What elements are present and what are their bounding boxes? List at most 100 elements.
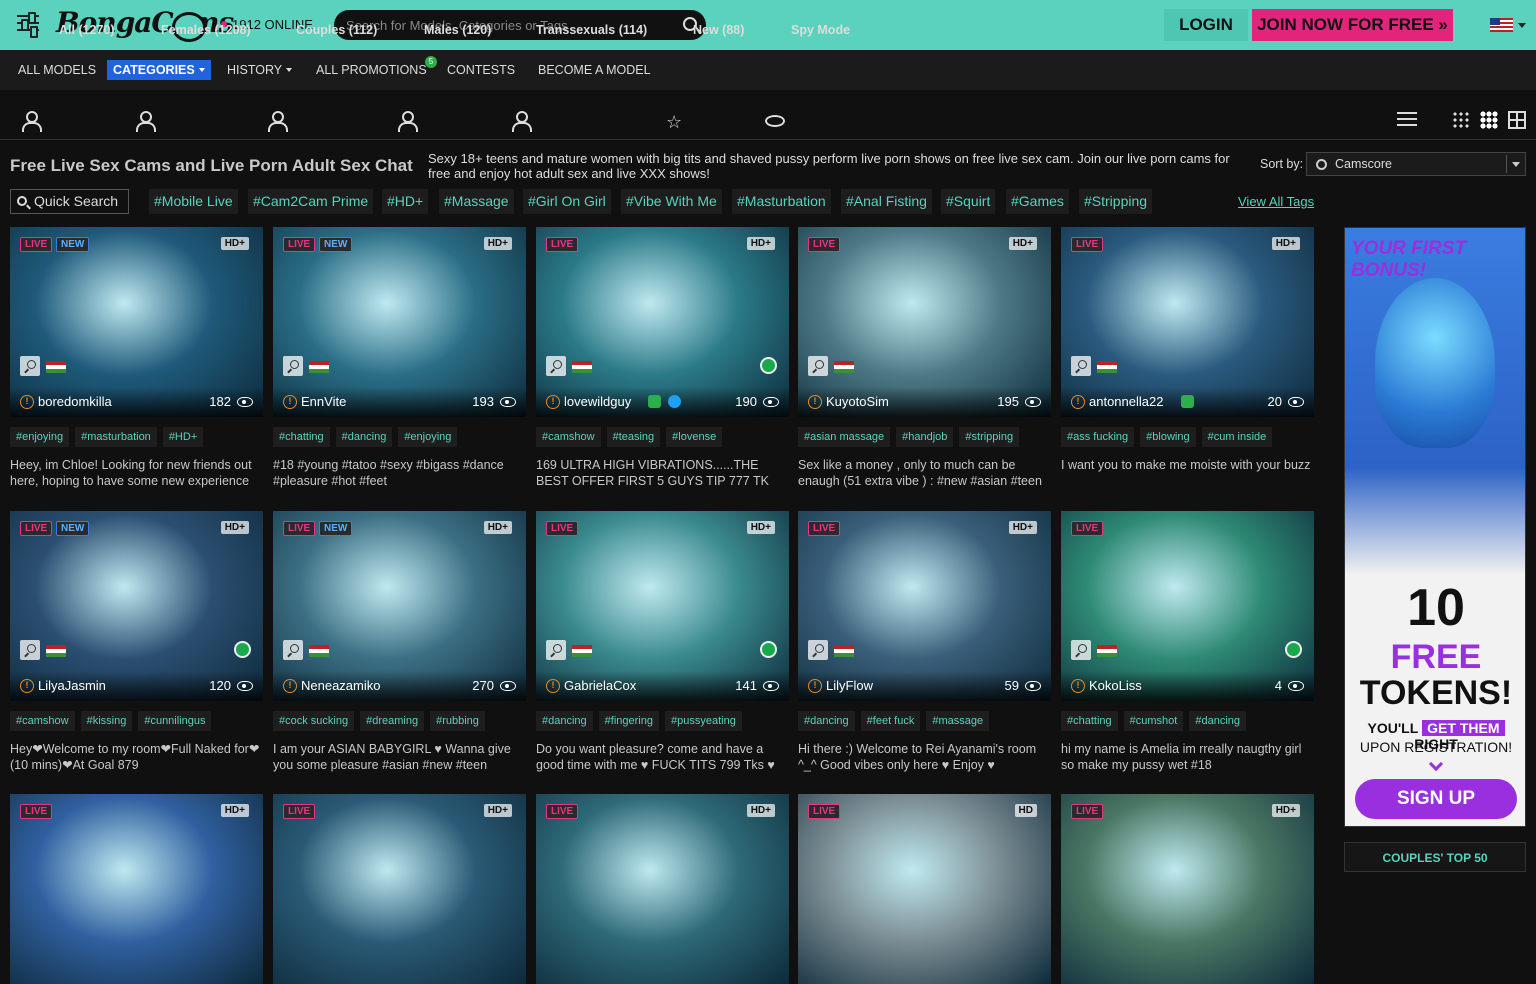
model-tag[interactable]: #pussyeating: [664, 711, 742, 731]
model-thumbnail[interactable]: LIVE! KokoLiss 4: [1061, 511, 1314, 701]
nav-all-models[interactable]: ALL MODELS: [18, 63, 96, 77]
model-card[interactable]: LIVE HD+! lovewildguy 190 #camshow #teasing #l…: [536, 227, 789, 491]
menu-icon[interactable]: [17, 12, 39, 38]
model-thumbnail[interactable]: LIVE HD+: [1061, 794, 1314, 984]
zoom-icon[interactable]: [1071, 356, 1091, 376]
zoom-icon[interactable]: [808, 356, 828, 376]
model-tag[interactable]: #massage: [926, 711, 990, 731]
model-thumbnail[interactable]: LIVE HD+! antonnella22 20: [1061, 227, 1314, 417]
chevron-down-icon[interactable]: [1518, 23, 1526, 28]
model-card[interactable]: LIVE HD+! antonnella22 20 #ass fucking #blowi…: [1061, 227, 1314, 472]
model-tag[interactable]: #asian massage: [798, 427, 891, 447]
model-card[interactable]: LIVE HD+: [1061, 794, 1314, 984]
zoom-icon[interactable]: [546, 356, 566, 376]
model-card[interactable]: LIVE HD+! GabrielaCox 141 #dancing #fingering…: [536, 511, 789, 772]
tab-spy-mode[interactable]: Spy Mode: [791, 23, 850, 37]
model-tag[interactable]: #ass fucking: [1061, 427, 1135, 447]
model-card[interactable]: LIVE HD+: [273, 794, 526, 984]
model-tag[interactable]: #rubbing: [430, 711, 485, 731]
top-tag[interactable]: #Squirt: [941, 189, 996, 214]
nav-contests[interactable]: CONTESTS: [447, 63, 515, 77]
zoom-icon[interactable]: [283, 640, 303, 660]
model-name[interactable]: GabrielaCox: [564, 678, 636, 693]
first-bonus-banner[interactable]: YOUR FIRST BONUS! 10 FREE TOKENS! YOU'LL…: [1344, 227, 1526, 827]
model-tag[interactable]: #dancing: [798, 711, 855, 731]
tab-females[interactable]: Females (1208): [161, 23, 251, 37]
tab-new[interactable]: New (88): [693, 23, 744, 37]
info-icon[interactable]: !: [20, 395, 34, 409]
model-card[interactable]: LIVE NEW HD+! boredomkilla 182 #enjoying #mast…: [10, 227, 263, 488]
model-tag[interactable]: #stripping: [959, 427, 1020, 447]
model-thumbnail[interactable]: LIVE HD+! KuyotoSim 195: [798, 227, 1051, 417]
model-card[interactable]: LIVE HD+: [10, 794, 263, 984]
info-icon[interactable]: !: [808, 395, 822, 409]
model-card[interactable]: LIVE HD+: [536, 794, 789, 984]
model-card[interactable]: LIVE NEW HD+! EnnVite 193 #chatting #dancing #e…: [273, 227, 526, 488]
model-name[interactable]: KuyotoSim: [826, 394, 889, 409]
model-tag[interactable]: #masturbation: [75, 427, 157, 447]
model-tag[interactable]: #camshow: [10, 711, 75, 731]
zoom-icon[interactable]: [20, 356, 40, 376]
list-view-icon[interactable]: [1397, 112, 1417, 130]
zoom-icon[interactable]: [1071, 640, 1091, 660]
model-tag[interactable]: #blowing: [1140, 427, 1196, 447]
zoom-icon[interactable]: [546, 640, 566, 660]
model-thumbnail[interactable]: LIVE NEW HD+! Neneazamiko 270: [273, 511, 526, 701]
info-icon[interactable]: !: [283, 679, 297, 693]
info-icon[interactable]: !: [546, 395, 560, 409]
language-flag-icon[interactable]: [1490, 18, 1513, 32]
model-thumbnail[interactable]: LIVE HD+: [273, 794, 526, 984]
model-tag[interactable]: #chatting: [1061, 711, 1118, 731]
ad-sign-up-button[interactable]: SIGN UP: [1355, 779, 1517, 819]
model-tag[interactable]: #enjoying: [10, 427, 70, 447]
info-icon[interactable]: !: [283, 395, 297, 409]
nav-history[interactable]: HISTORY: [227, 63, 293, 77]
top-tag[interactable]: #Vibe With Me: [621, 189, 722, 214]
model-name[interactable]: antonnella22: [1089, 394, 1163, 409]
zoom-icon[interactable]: [808, 640, 828, 660]
tab-males[interactable]: Males (120): [424, 23, 491, 37]
model-tag[interactable]: #dancing: [335, 427, 393, 447]
model-tag[interactable]: #cum inside: [1201, 427, 1273, 447]
login-button[interactable]: LOGIN: [1164, 9, 1248, 41]
nav-all-promotions[interactable]: ALL PROMOTIONS: [316, 63, 427, 77]
top-tag[interactable]: #Masturbation: [732, 189, 831, 214]
model-thumbnail[interactable]: LIVE HD+! lovewildguy 190: [536, 227, 789, 417]
model-thumbnail[interactable]: LIVE HD+! LilyFlow 59: [798, 511, 1051, 701]
grid-small-view-icon[interactable]: [1452, 111, 1470, 129]
model-name[interactable]: LilyFlow: [826, 678, 873, 693]
model-card[interactable]: LIVE HD+! LilyFlow 59 #dancing #feet fuck #mas…: [798, 511, 1051, 772]
model-thumbnail[interactable]: LIVE NEW HD+! boredomkilla 182: [10, 227, 263, 417]
top-tag[interactable]: #Girl On Girl: [523, 189, 611, 214]
model-card[interactable]: LIVE HD+! KuyotoSim 195 #asian massage #handj…: [798, 227, 1051, 488]
zoom-icon[interactable]: [283, 356, 303, 376]
tab-couples[interactable]: Couples (112): [296, 23, 377, 37]
model-name[interactable]: EnnVite: [301, 394, 346, 409]
model-tag[interactable]: #teasing: [606, 427, 661, 447]
info-icon[interactable]: !: [20, 679, 34, 693]
tab-transsexuals[interactable]: Transsexuals (114): [536, 23, 647, 37]
model-name[interactable]: LilyaJasmin: [38, 678, 106, 693]
model-tag[interactable]: #cumshot: [1123, 711, 1184, 731]
model-tag[interactable]: #chatting: [273, 427, 330, 447]
model-tag[interactable]: #kissing: [80, 711, 133, 731]
tab-all[interactable]: All (1270): [47, 23, 127, 49]
nav-become-model[interactable]: BECOME A MODEL: [538, 63, 651, 77]
info-icon[interactable]: !: [1071, 679, 1085, 693]
model-name[interactable]: KokoLiss: [1089, 678, 1142, 693]
model-tag[interactable]: #cock sucking: [273, 711, 355, 731]
model-tag[interactable]: #feet fuck: [860, 711, 921, 731]
top-tag[interactable]: #Stripping: [1079, 189, 1153, 214]
model-thumbnail[interactable]: LIVE HD: [798, 794, 1051, 984]
model-card[interactable]: LIVE HD: [798, 794, 1051, 984]
model-tag[interactable]: #lovense: [666, 427, 723, 447]
model-name[interactable]: Neneazamiko: [301, 678, 381, 693]
couples-top-50[interactable]: COUPLES' TOP 50: [1344, 842, 1526, 872]
view-all-tags-link[interactable]: View All Tags: [1238, 194, 1314, 209]
model-tag[interactable]: #handjob: [896, 427, 954, 447]
model-name[interactable]: lovewildguy: [564, 394, 631, 409]
model-tag[interactable]: #HD+: [162, 427, 204, 447]
model-tag[interactable]: #fingering: [598, 711, 659, 731]
info-icon[interactable]: !: [808, 679, 822, 693]
nav-categories[interactable]: CATEGORIES: [107, 60, 211, 80]
